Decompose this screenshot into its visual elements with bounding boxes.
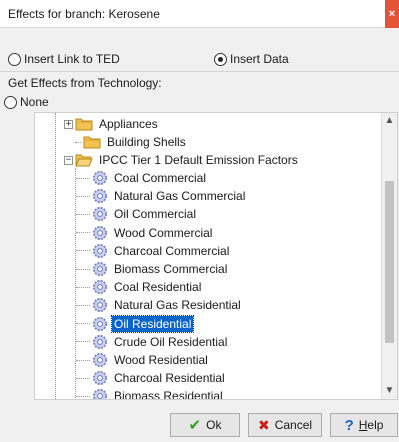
insert-link-option[interactable]: Insert Link to TED [8, 51, 120, 67]
tree-connector [76, 213, 90, 215]
separator [0, 71, 399, 72]
tree-guide-line [55, 113, 56, 399]
ok-button[interactable]: ✔ Ok [170, 413, 240, 437]
insert-data-label: Insert Data [230, 52, 289, 66]
tree-folder-ipcc[interactable]: − IPCC Tier 1 Default Emission Factors [64, 151, 300, 169]
insert-data-radio[interactable] [214, 52, 227, 66]
tree-item-label: Oil Residential [110, 314, 195, 333]
scroll-thumb[interactable] [385, 181, 394, 343]
tree-folder-label: Appliances [99, 117, 158, 131]
gear-icon [93, 207, 107, 222]
tree-item-label: Charcoal Residential [114, 371, 225, 386]
tree-connector [76, 250, 90, 252]
tree-item[interactable]: Wood Commercial [76, 224, 214, 242]
question-icon: ? [344, 416, 354, 434]
tree-item[interactable]: Crude Oil Residential [76, 333, 229, 351]
tree-connector [76, 377, 90, 379]
tree-connector [76, 177, 90, 179]
gear-icon [93, 280, 107, 295]
tree-item-label: Coal Residential [114, 280, 202, 295]
tree-connector [76, 286, 90, 288]
tree-folder-appliances[interactable]: + Appliances [64, 115, 160, 133]
help-label: Help [358, 418, 384, 432]
gear-icon [93, 371, 107, 386]
window-title: Effects for branch: Kerosene [8, 7, 160, 21]
tree-item[interactable]: Natural Gas Residential [76, 296, 243, 314]
folder-icon [75, 118, 93, 131]
tree-item[interactable]: Biomass Residential [76, 387, 225, 400]
gear-icon [93, 225, 107, 240]
tree-item-label: Charcoal Commercial [114, 243, 230, 258]
tree-item[interactable]: Wood Residential [76, 351, 210, 369]
tree-connector [76, 268, 90, 270]
tree-item[interactable]: Biomass Commercial [76, 260, 229, 278]
expand-icon[interactable]: + [64, 119, 73, 129]
gear-icon [93, 243, 107, 258]
cancel-label: Cancel [274, 418, 313, 432]
check-icon: ✔ [188, 417, 202, 434]
folder-icon [83, 136, 101, 149]
tree-item-label: Oil Commercial [114, 207, 197, 222]
gear-icon [93, 298, 107, 313]
insert-link-radio[interactable] [8, 52, 21, 66]
close-icon: × [388, 8, 396, 20]
technology-tree[interactable]: + Appliances Building Shells − IPCC Tier… [34, 112, 398, 400]
tree-item-label: Natural Gas Commercial [114, 189, 246, 204]
tree-item[interactable]: Charcoal Residential [76, 369, 227, 387]
insert-mode-options: Insert Link to TED Insert Data [0, 48, 399, 70]
gear-icon [93, 189, 107, 204]
none-radio[interactable] [4, 95, 17, 109]
tree-connector [76, 195, 90, 197]
tree-item[interactable]: Natural Gas Commercial [76, 187, 247, 205]
tree-item[interactable]: Charcoal Commercial [76, 242, 231, 260]
none-label: None [20, 95, 49, 109]
gear-icon [93, 334, 107, 349]
close-button[interactable]: × [385, 0, 399, 28]
tree-connector [76, 359, 90, 361]
folder-open-icon [75, 154, 93, 167]
gear-icon [93, 316, 107, 331]
ok-label: Ok [206, 418, 222, 432]
insert-link-label: Insert Link to TED [24, 52, 120, 66]
scroll-up-icon[interactable]: ▲ [382, 113, 397, 129]
tree-item[interactable]: Oil Residential [76, 314, 195, 333]
tree-item-label: Natural Gas Residential [114, 298, 241, 313]
tree-folder-label: IPCC Tier 1 Default Emission Factors [99, 153, 298, 167]
tree-item-label: Biomass Commercial [114, 262, 228, 276]
tree-item-label: Wood Commercial [114, 225, 213, 240]
collapse-icon[interactable]: − [64, 155, 73, 165]
insert-data-option[interactable]: Insert Data [214, 51, 289, 67]
tree-item-label: Crude Oil Residential [114, 334, 228, 349]
tree-connector [76, 323, 90, 325]
tree-item[interactable]: Coal Commercial [76, 169, 208, 187]
gear-icon [93, 389, 107, 399]
tree-item-label: Wood Residential [114, 353, 208, 367]
tree-item-label: Coal Commercial [114, 171, 207, 185]
tree-scrollbar[interactable]: ▲ ▼ [381, 113, 397, 399]
none-option[interactable]: None [4, 94, 49, 110]
tree-folder-label: Building Shells [107, 135, 186, 149]
help-button[interactable]: ? Help [330, 413, 398, 437]
cancel-button[interactable]: ✖ Cancel [248, 413, 322, 437]
tree-folder-building-shells[interactable]: Building Shells [75, 133, 188, 151]
title-bar: Effects for branch: Kerosene × [0, 0, 399, 28]
tree-connector [76, 341, 90, 343]
tree-item[interactable]: Coal Residential [76, 278, 203, 296]
tree-item[interactable]: Oil Commercial [76, 205, 198, 223]
tree-connector [76, 232, 90, 234]
tree-connector [76, 304, 90, 306]
gear-icon [93, 353, 107, 367]
gear-icon [93, 262, 107, 276]
tree-connector [76, 395, 90, 397]
tree-item-label: Biomass Residential [114, 389, 223, 400]
x-icon: ✖ [257, 416, 270, 433]
gear-icon [93, 171, 107, 185]
tree-connector [75, 141, 81, 143]
scroll-down-icon[interactable]: ▼ [382, 383, 397, 399]
technology-group-label: Get Effects from Technology: [8, 76, 162, 90]
